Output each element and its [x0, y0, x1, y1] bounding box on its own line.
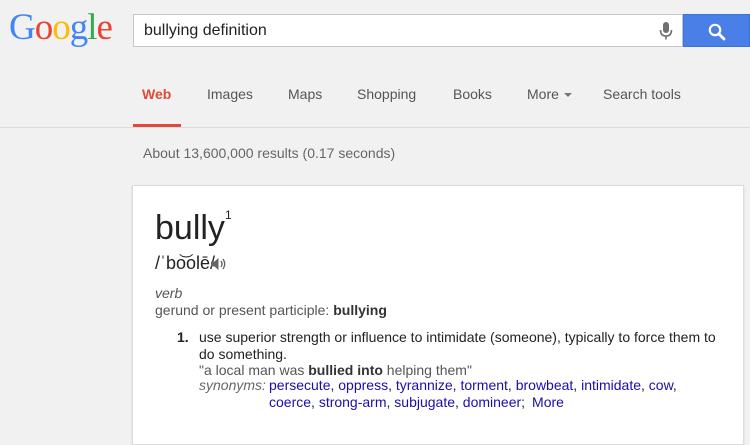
gerund-line: gerund or present participle: bullying	[155, 302, 387, 318]
logo-letter: l	[87, 7, 97, 48]
logo-letter: e	[96, 7, 113, 48]
gerund-word: bullying	[333, 302, 387, 318]
example-bold: bullied into	[308, 362, 383, 378]
search-icon	[708, 23, 726, 41]
logo-letter: o	[52, 7, 70, 48]
search-input[interactable]	[144, 15, 644, 46]
synonym-link[interactable]: strong-arm	[319, 394, 387, 410]
synonyms-label: synonyms:	[199, 377, 266, 393]
speaker-icon[interactable]	[210, 256, 228, 272]
synonym-link[interactable]: intimidate	[581, 377, 641, 393]
synonym-link[interactable]: browbeat	[516, 377, 574, 393]
caret-down-icon	[563, 93, 572, 97]
logo-letter: g	[69, 7, 88, 48]
synonym-link[interactable]: persecute	[269, 377, 330, 393]
part-of-speech: verb	[155, 285, 183, 301]
synonyms-more-link[interactable]: More	[532, 394, 564, 410]
gerund-label: gerund or present participle:	[155, 302, 334, 318]
tab-more-label: More	[527, 86, 559, 102]
tab-maps[interactable]: Maps	[288, 86, 322, 103]
header-bar: Google	[0, 0, 750, 62]
microphone-icon[interactable]	[656, 21, 676, 41]
google-logo[interactable]: Google	[9, 7, 113, 48]
logo-letter: G	[9, 7, 36, 48]
synonym-link[interactable]: oppress	[338, 377, 388, 393]
search-box	[133, 14, 683, 47]
synonyms-list: persecute, oppress, tyrannize, torment, …	[269, 377, 677, 410]
example-prefix: "a local man was	[199, 362, 309, 378]
results-count: About 13,600,000 results (0.17 seconds)	[143, 145, 396, 161]
tab-more[interactable]: More	[527, 86, 572, 103]
logo-letter: o	[34, 7, 53, 48]
synonym-link[interactable]: subjugate	[394, 394, 455, 410]
tab-books[interactable]: Books	[453, 86, 492, 103]
synonym-link[interactable]: tyrannize	[396, 377, 453, 393]
search-button[interactable]	[683, 14, 750, 47]
tab-web[interactable]: Web	[142, 86, 171, 103]
search-tabs: Web Images Maps Shopping Books More Sear…	[0, 62, 750, 128]
definition-text: use superior strength or influence to in…	[199, 329, 716, 362]
tab-shopping[interactable]: Shopping	[357, 86, 416, 103]
tab-images[interactable]: Images	[207, 86, 253, 103]
pronunciation: /ˈbo͝olē/	[155, 253, 216, 273]
synonym-link[interactable]: domineer	[463, 394, 521, 410]
definition-word: bully	[155, 209, 225, 247]
synonym-link[interactable]: coerce	[269, 394, 311, 410]
synonym-link[interactable]: torment	[460, 377, 507, 393]
synonym-link[interactable]: cow	[649, 377, 673, 393]
definition-superscript: 1	[225, 208, 232, 222]
definition-card: bully 1 /ˈbo͝olē/ verb gerund or present…	[132, 185, 744, 445]
example-suffix: helping them"	[382, 362, 472, 378]
tab-search-tools[interactable]: Search tools	[603, 86, 681, 103]
active-tab-indicator	[133, 124, 181, 127]
definition-number: 1.	[177, 329, 189, 345]
